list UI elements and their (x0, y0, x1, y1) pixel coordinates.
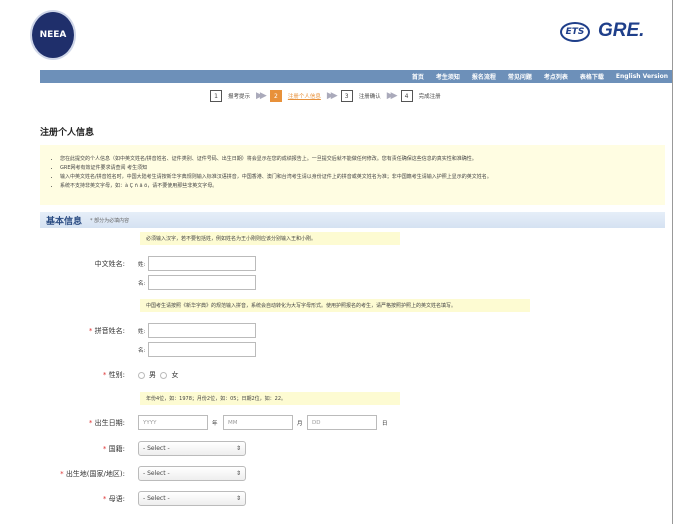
nationality-label-text: 国籍: (108, 445, 125, 453)
pinyin-name-label: * 拼音姓名: (15, 326, 125, 336)
step-2-label: 注册个人信息 (287, 94, 321, 100)
required-mark: * (60, 470, 64, 478)
step-4-number: 4 (400, 90, 413, 102)
gender-label-text: 性别: (108, 371, 125, 379)
chinese-surname-input[interactable] (148, 256, 256, 271)
notice-box: 您在此提交的个人信息（如中英文姓名/拼音姓名、证件类别、证件号码、出生日期）将会… (40, 145, 665, 205)
birth-day-input[interactable]: DD (307, 415, 377, 430)
required-mark: * (102, 445, 107, 453)
nationality-select-value: - Select - (143, 445, 170, 452)
required-mark: * (102, 495, 107, 503)
nav-registration-process[interactable]: 报名流程 (472, 72, 496, 81)
step-arrow-icon: ▶▶ (256, 91, 267, 101)
male-label: 男 (149, 371, 156, 379)
native-language-select[interactable]: - Select - ⇕ (138, 491, 246, 506)
step-3-label: 注册确认 (358, 94, 381, 100)
notice-item: 系统不支持非英文字母，如：à Ç ñ ä ö，请不要使用那些非英文字母。 (60, 182, 651, 191)
step-3-number: 3 (340, 90, 353, 102)
ets-logo-text: ETS (565, 27, 585, 37)
required-mark: * (88, 327, 93, 335)
page-title: 注册个人信息 (40, 128, 95, 138)
step-4-label: 完成注册 (418, 94, 441, 100)
chinese-name-hint: 必须输入汉字，若不要包括姓，例如姓名为王小刚则应该分别输入王和小刚。 (140, 232, 400, 245)
birthplace-select-value: - Select - (143, 470, 170, 477)
pinyin-name-label-text: 拼音姓名: (94, 327, 125, 335)
select-arrows-icon: ⇕ (235, 445, 241, 452)
female-radio[interactable] (160, 371, 168, 379)
birthplace-label: * 出生地(国家/地区): (15, 469, 125, 479)
nav-faq[interactable]: 常见问题 (508, 72, 532, 81)
nationality-select[interactable]: - Select - ⇕ (138, 441, 246, 456)
dob-hint: 年份4位，如：1978；月份2位，如：05；日期2位，如：22。 (140, 392, 400, 405)
notice-item: 您在此提交的个人信息（如中英文姓名/拼音姓名、证件类别、证件号码、出生日期）将会… (60, 155, 651, 164)
birth-month-input[interactable]: MM (223, 415, 293, 430)
section-header: 基本信息 * 部分为必填内容 (40, 212, 665, 228)
surname-label: 姓: (138, 329, 146, 335)
pinyin-name-hint: 中国考生请按照《新华字典》的规范输入拼音，系统会自动转化为大写字母形式。使用护照… (140, 299, 530, 312)
required-mark: * (88, 419, 93, 427)
gender-options: 男 女 (138, 370, 178, 380)
nationality-label: * 国籍: (15, 444, 125, 454)
chinese-name-label: 中文姓名: (94, 260, 125, 268)
neea-logo: NEEA (30, 10, 76, 60)
progress-steps: 1 报考提示 ▶▶ 2 注册个人信息 ▶▶ 3 注册确认 ▶▶ 4 完成注册 (210, 90, 441, 102)
pinyin-given-name-input[interactable] (148, 342, 256, 357)
ets-logo: ETS (560, 22, 590, 42)
gender-label: * 性别: (15, 370, 125, 380)
pinyin-surname-input[interactable] (148, 323, 256, 338)
notice-item: GRE网考有效证件要求请查阅 考生须知 (60, 164, 651, 173)
nav-test-centers[interactable]: 考点列表 (544, 72, 568, 81)
dob-label-text: 出生日期: (94, 419, 125, 427)
step-2-number: 2 (269, 90, 282, 102)
chinese-given-name-input[interactable] (148, 275, 256, 290)
given-name-label: 名: (138, 281, 146, 287)
nav-forms-download[interactable]: 表格下载 (580, 72, 604, 81)
surname-label: 姓: (138, 262, 146, 268)
neea-logo-text: NEEA (39, 30, 67, 40)
step-1-number: 1 (210, 90, 222, 102)
select-arrows-icon: ⇕ (235, 470, 241, 477)
select-arrows-icon: ⇕ (235, 495, 241, 502)
native-language-select-value: - Select - (143, 495, 170, 502)
top-nav: 首页 考生须知 报名流程 常见问题 考点列表 表格下载 English Vers… (40, 70, 672, 83)
dob-label: * 出生日期: (15, 418, 125, 428)
native-language-label: * 母语: (15, 494, 125, 504)
male-radio[interactable] (138, 371, 145, 379)
notice-item: 输入中英文姓名/拼音姓名时，中国大陆考生请按新华字典规则输入标准汉语拼音，中国香… (60, 173, 651, 182)
nav-english-version[interactable]: English Version (616, 73, 668, 80)
gre-logo: GRE. (598, 20, 645, 41)
nav-candidate-notice[interactable]: 考生须知 (436, 72, 460, 81)
section-title: 基本信息 (46, 216, 83, 227)
birthplace-select[interactable]: - Select - ⇕ (138, 466, 246, 481)
step-arrow-icon: ▶▶ (386, 91, 398, 101)
day-unit: 日 (382, 421, 388, 427)
given-name-label: 名: (138, 348, 146, 354)
year-unit: 年 (212, 421, 218, 427)
month-unit: 月 (297, 421, 303, 427)
required-mark: * (102, 371, 107, 379)
birth-year-input[interactable]: YYYY (138, 415, 208, 430)
step-1-label: 报考提示 (228, 94, 251, 100)
native-language-label-text: 母语: (108, 495, 125, 503)
female-label: 女 (171, 371, 179, 379)
birthplace-label-text: 出生地(国家/地区): (65, 470, 125, 478)
nav-home[interactable]: 首页 (412, 72, 424, 81)
required-note: * 部分为必填内容 (90, 217, 130, 224)
step-arrow-icon: ▶▶ (326, 91, 338, 101)
